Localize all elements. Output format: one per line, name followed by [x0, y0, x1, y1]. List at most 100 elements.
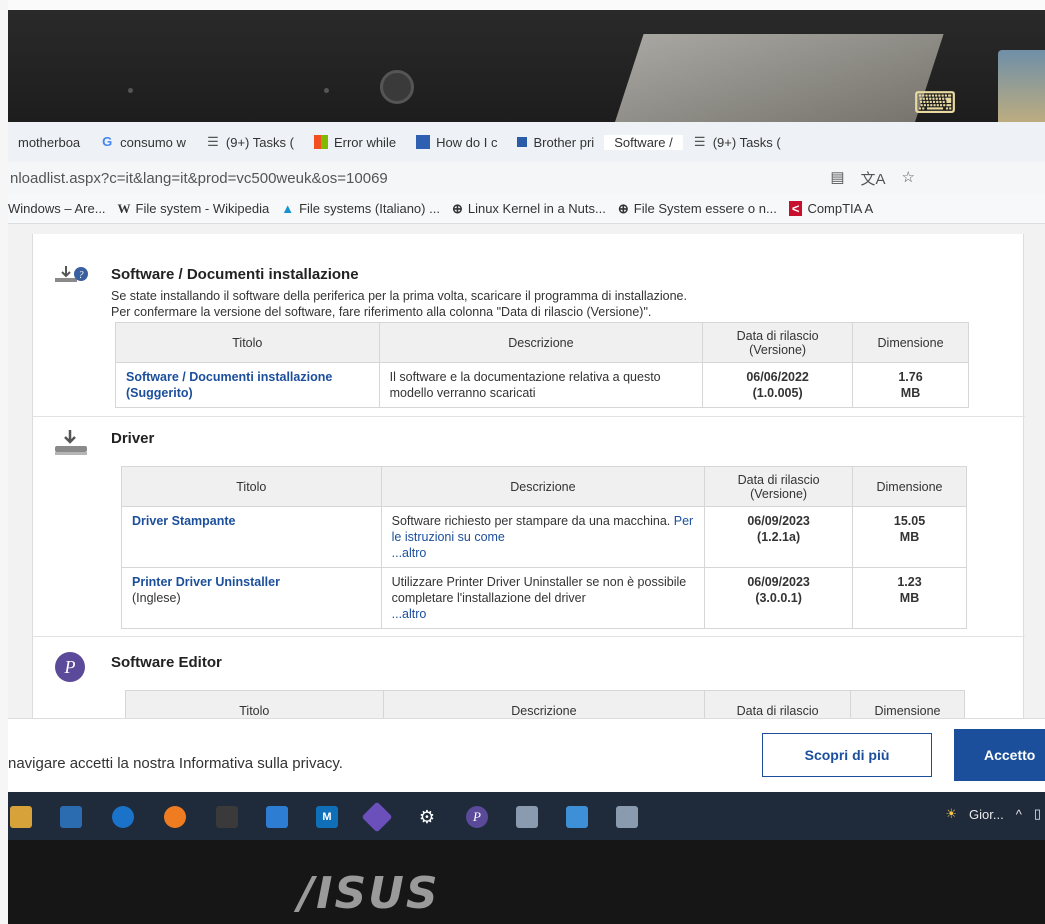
address-bar-actions: ▤ 文A ☆: [830, 168, 915, 189]
bookmark[interactable]: < CompTIA A: [788, 201, 874, 216]
size-value: 1.23: [897, 575, 922, 589]
section-title: Software / Documenti installazione: [111, 266, 359, 283]
bookmark-label: File system - Wikipedia: [135, 201, 270, 216]
weather-text[interactable]: Gior...: [969, 807, 1004, 822]
browser-tab[interactable]: ☰ (9+) Tasks (: [683, 135, 791, 150]
cell-title: Software / Documenti installazione (Sugg…: [115, 362, 380, 408]
section-description: Per confermare la versione del software,…: [111, 305, 652, 319]
col-size: Dimensione: [852, 322, 969, 363]
tab-label: (9+) Tasks (: [712, 134, 781, 150]
download-link[interactable]: Printer Driver Uninstaller: [132, 574, 371, 590]
col-title: Titolo: [115, 322, 380, 363]
svg-text:?: ?: [79, 270, 84, 281]
url-text[interactable]: nloadlist.aspx?c=it&lang=it&prod=vc500we…: [8, 170, 830, 187]
tab-label: Error while: [333, 134, 397, 150]
browser-tab[interactable]: motherboa: [8, 135, 90, 150]
cell-release: 06/09/2023 (1.2.1a): [704, 506, 854, 568]
install-documents-icon: ?: [55, 266, 88, 282]
bookmark[interactable]: ▲ File systems (Italiano) ...: [281, 201, 440, 216]
cell-size: 1.76 MB: [852, 362, 969, 408]
printer-icon[interactable]: [516, 806, 538, 828]
description-text: Software richiesto per stampare da una m…: [391, 514, 671, 528]
weather-icon[interactable]: ☀: [945, 806, 957, 822]
col-title: Titolo: [121, 466, 382, 507]
browser-tab[interactable]: Error while: [304, 135, 406, 150]
favorite-star-icon[interactable]: ☆: [902, 168, 915, 189]
reader-view-icon[interactable]: ▤: [830, 168, 844, 189]
background-monitor: [998, 50, 1045, 132]
language-note: (Inglese): [132, 591, 181, 605]
section-title: Driver: [111, 430, 155, 447]
tasks-icon: ☰: [207, 134, 219, 149]
diamond-app-icon[interactable]: [361, 801, 393, 833]
bookmark-label: CompTIA A: [807, 201, 874, 216]
more-link[interactable]: ...altro: [392, 606, 695, 622]
table-row: Software / Documenti installazione (Sugg…: [115, 362, 969, 408]
col-description: Descrizione: [380, 466, 706, 507]
cookie-banner: navigare accetti la nostra Informativa s…: [8, 718, 1045, 792]
system-tray: ☀ Gior... ^ ▯: [945, 806, 1041, 822]
file-explorer-icon[interactable]: [10, 806, 32, 828]
cell-title: Printer Driver Uninstaller (Inglese): [121, 567, 382, 629]
p-touch-editor-icon[interactable]: P: [466, 806, 488, 828]
screen: motherboa G consumo w ☰ (9+) Tasks ( Err…: [8, 122, 1045, 792]
version: (1.0.005): [752, 386, 803, 400]
store-icon[interactable]: [60, 806, 82, 828]
bookmark[interactable]: ⊕ File System essere o n...: [618, 201, 777, 217]
browser-tab[interactable]: Brother pri: [507, 135, 604, 150]
remote-desktop-icon[interactable]: [266, 806, 288, 828]
table-header-row: Titolo Descrizione Data di rilascio (Ver…: [121, 466, 967, 507]
bookmarks-bar: Windows – Are... W File system - Wikiped…: [8, 194, 1045, 224]
download-link[interactable]: Software / Documenti installazione (Sugg…: [126, 370, 332, 400]
bookmark[interactable]: W File system - Wikipedia: [118, 201, 270, 217]
bookmark-label: Windows – Are...: [8, 201, 106, 216]
section-description: Se state installando il software della p…: [111, 289, 687, 303]
cell-description: Software richiesto per stampare da una m…: [380, 506, 706, 568]
col-description: Descrizione: [378, 322, 704, 363]
bookmark-label: File System essere o n...: [633, 201, 777, 216]
browser-tab[interactable]: G consumo w: [90, 135, 196, 150]
learn-more-button[interactable]: Scopri di più: [762, 733, 932, 777]
accept-button[interactable]: Accetto: [954, 729, 1045, 781]
address-bar[interactable]: nloadlist.aspx?c=it&lang=it&prod=vc500we…: [8, 162, 1045, 194]
printer-icon[interactable]: [616, 806, 638, 828]
tab-strip: motherboa G consumo w ☰ (9+) Tasks ( Err…: [8, 122, 1045, 162]
cell-description: Il software e la documentazione relativa…: [378, 362, 704, 408]
tray-caret-icon[interactable]: ^: [1016, 807, 1022, 822]
download-link[interactable]: Driver Stampante: [132, 514, 236, 528]
more-link[interactable]: ...altro: [392, 545, 695, 561]
cell-size: 15.05 MB: [852, 506, 967, 568]
bookmark[interactable]: Windows – Are...: [8, 201, 106, 216]
bookmark-label: Linux Kernel in a Nuts...: [467, 201, 606, 216]
outlook-icon[interactable]: [112, 806, 134, 828]
release-date: 06/09/2023: [747, 575, 810, 589]
app-icon[interactable]: [216, 806, 238, 828]
network-icon[interactable]: ▯: [1034, 806, 1041, 822]
size-unit: MB: [899, 530, 920, 544]
translate-icon[interactable]: 文A: [861, 168, 886, 189]
keyboard-reflection: [612, 34, 944, 130]
size-unit: MB: [899, 591, 920, 605]
google-icon: G: [102, 134, 113, 149]
wikipedia-icon: W: [117, 200, 131, 216]
windows-icon: [313, 135, 328, 149]
globe-icon: ⊕: [451, 200, 463, 216]
driver-download-icon: [55, 430, 87, 455]
settings-gear-icon[interactable]: ⚙: [416, 806, 438, 828]
bezel-sensor: [324, 88, 329, 93]
vscode-icon[interactable]: M: [316, 806, 338, 828]
cell-title: Driver Stampante: [121, 506, 382, 568]
cell-size: 1.23 MB: [852, 567, 967, 629]
browser-tab-active[interactable]: Software /: [604, 134, 683, 150]
firefox-icon[interactable]: [164, 806, 186, 828]
browser-tab[interactable]: ☰ (9+) Tasks (: [196, 135, 304, 150]
editor-table: Titolo Descrizione Data di rilascio Dime…: [125, 690, 965, 718]
browser-tab[interactable]: How do I c: [406, 135, 507, 150]
col-release-date: Data di rilascio (Versione): [702, 322, 854, 363]
bookmark[interactable]: ⊕ Linux Kernel in a Nuts...: [452, 201, 606, 217]
driver-table: Titolo Descrizione Data di rilascio (Ver…: [121, 466, 967, 629]
screen-app-icon[interactable]: [566, 806, 588, 828]
arch-icon: ▲: [281, 201, 295, 216]
taskbar: M ⚙ P ☀ Gior... ^ ▯: [8, 792, 1045, 840]
size-value: 15.05: [893, 514, 926, 528]
